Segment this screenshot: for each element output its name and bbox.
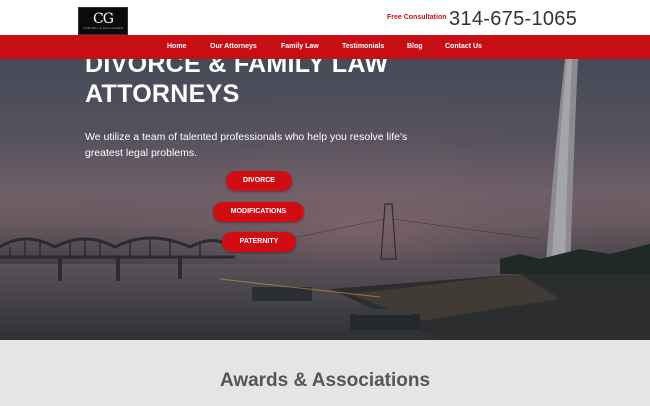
- divorce-button[interactable]: DIVORCE: [226, 171, 292, 191]
- hero-section: DIVORCE & FAMILY LAW ATTORNEYS We utiliz…: [0, 59, 650, 340]
- awards-title: Awards & Associations: [219, 370, 431, 391]
- site-logo[interactable]: CG CORDELL & GALLAGHER: [78, 7, 128, 35]
- hero-headline-line-1: DIVORCE & FAMILY LAW: [85, 59, 389, 78]
- phone-number-link[interactable]: 314-675-1065: [449, 8, 577, 31]
- hero-headline: DIVORCE & FAMILY LAW ATTORNEYS: [85, 59, 388, 109]
- free-consultation-label: Free Consultation: [387, 14, 447, 21]
- nav-family-law[interactable]: Family Law: [281, 35, 319, 59]
- logo-mark: CG: [93, 11, 114, 27]
- nav-blog[interactable]: Blog: [407, 35, 423, 59]
- nav-home[interactable]: Home: [167, 35, 186, 59]
- hero-intro-text: We utilize a team of talented profession…: [85, 131, 408, 159]
- nav-contact-us[interactable]: Contact Us: [445, 35, 482, 59]
- paternity-button[interactable]: PATERNITY: [222, 232, 296, 252]
- nav-testimonials[interactable]: Testimonials: [342, 35, 384, 59]
- modifications-button[interactable]: MODIFICATIONS: [213, 202, 304, 222]
- logo-subtext: CORDELL & GALLAGHER: [83, 26, 123, 30]
- main-navigation: Home Our Attorneys Family Law Testimonia…: [0, 35, 650, 59]
- awards-section: Awards & Associations: [0, 340, 650, 406]
- nav-our-attorneys[interactable]: Our Attorneys: [210, 35, 257, 59]
- site-header: CG CORDELL & GALLAGHER Free Consultation…: [0, 0, 650, 35]
- hero-headline-line-2: ATTORNEYS: [85, 80, 240, 108]
